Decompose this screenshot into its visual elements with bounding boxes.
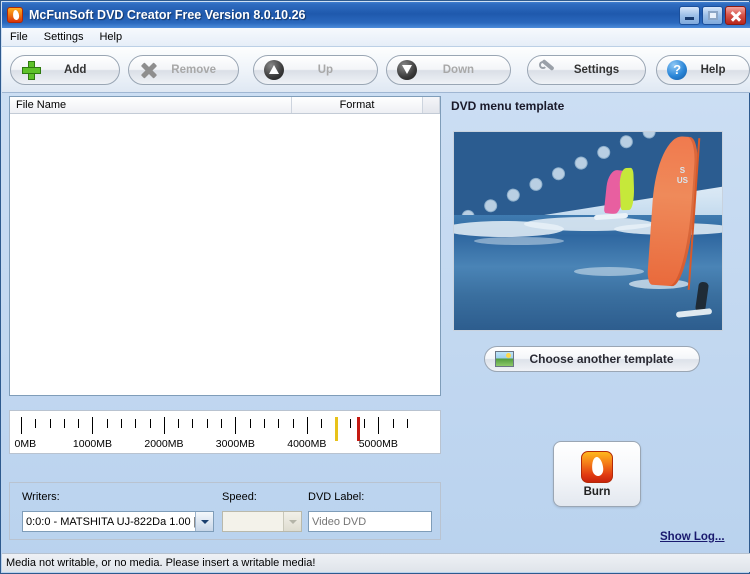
chevron-down-icon-speed[interactable]	[283, 512, 301, 531]
arrow-up-icon	[263, 59, 284, 80]
ruler-minor-tick	[106, 419, 108, 428]
preview-distant-sail-green	[619, 167, 635, 211]
ruler-label: 1000MB	[72, 438, 113, 450]
status-bar: Media not writable, or no media. Please …	[2, 553, 750, 572]
menu-item-settings[interactable]: Settings	[36, 29, 92, 45]
title-bar: McFunSoft DVD Creator Free Version 8.0.1…	[2, 2, 750, 28]
dvd-label-input[interactable]	[308, 511, 432, 532]
ruler-minor-tick	[178, 419, 180, 428]
settings-button[interactable]: Settings	[526, 54, 647, 85]
ruler-minor-tick	[221, 419, 223, 428]
ruler-minor-tick	[49, 419, 51, 428]
speed-select[interactable]	[222, 511, 302, 532]
x-icon	[139, 60, 159, 80]
ruler-minor-tick	[78, 419, 80, 428]
ruler-minor-tick	[321, 419, 323, 428]
chevron-down-icon[interactable]	[195, 512, 213, 531]
ruler-minor-tick	[392, 419, 394, 428]
burner-settings-panel: Writers: Speed: DVD Label: 0:0:0 - MATSH…	[9, 482, 441, 540]
add-button-label: Add	[64, 63, 87, 76]
help-button-label: Help	[700, 63, 726, 76]
ruler-minor-tick	[349, 419, 351, 428]
menu-item-help[interactable]: Help	[91, 29, 130, 45]
ruler-major-tick	[21, 417, 22, 434]
dvd-capacity-marker	[356, 417, 360, 441]
maximize-button[interactable]	[702, 5, 723, 25]
add-button[interactable]: Add	[10, 54, 121, 85]
picture-icon	[495, 351, 514, 367]
file-list-header: File Name Format	[10, 97, 440, 114]
ruler-major-tick	[378, 417, 380, 434]
ruler-label: 2000MB	[144, 438, 184, 450]
choose-another-template-label: Choose another template	[529, 352, 674, 366]
preview-sail-marking: S US	[676, 166, 688, 185]
column-header-format[interactable]: Format	[292, 97, 423, 113]
settings-button-label: Settings	[573, 63, 620, 76]
ruler-major-tick	[235, 417, 237, 434]
ruler-minor-tick	[192, 419, 194, 428]
ruler-minor-tick	[278, 419, 280, 428]
ruler-label: 5000MB	[358, 438, 398, 450]
choose-another-template-button[interactable]: Choose another template	[484, 346, 700, 372]
ruler-label: 0MB	[14, 438, 37, 450]
show-log-link[interactable]: Show Log...	[660, 531, 725, 543]
menu-bar: File Settings Help	[2, 28, 750, 47]
flame-icon	[7, 7, 23, 23]
ruler-minor-tick	[63, 419, 65, 428]
window-title: McFunSoft DVD Creator Free Version 8.0.1…	[29, 8, 306, 22]
ruler-major-tick	[163, 417, 165, 434]
burn-button-label: Burn	[583, 485, 611, 498]
menu-item-file[interactable]: File	[2, 29, 36, 45]
writers-select-value: 0:0:0 - MATSHITA UJ-822Da 1.00 [	[26, 515, 195, 528]
up-button[interactable]: Up	[252, 54, 378, 85]
window-controls	[679, 5, 746, 25]
remove-button-label: Remove	[171, 63, 217, 76]
minimize-button[interactable]	[679, 5, 700, 25]
dvd-label-label: DVD Label:	[308, 491, 365, 503]
writers-select[interactable]: 0:0:0 - MATSHITA UJ-822Da 1.00 [	[22, 511, 214, 532]
question-mark-icon: ?	[667, 59, 688, 80]
burn-button[interactable]: Burn	[553, 441, 641, 507]
ruler-label: 3000MB	[215, 438, 255, 450]
application-window: McFunSoft DVD Creator Free Version 8.0.1…	[0, 0, 750, 574]
plus-icon	[21, 60, 41, 80]
ruler-minor-tick	[121, 419, 123, 428]
capacity-ruler: 0MB 1000MB 2000MB 3000MB 4000MB 5000MB	[9, 410, 441, 454]
column-header-filler	[423, 97, 440, 113]
toolbar: Add Remove Up Down Settings ? Help	[2, 47, 750, 93]
down-button-label: Down	[442, 63, 475, 76]
up-button-label: Up	[317, 63, 334, 76]
ruler-label: 4000MB	[287, 438, 327, 450]
status-message: Media not writable, or no media. Please …	[6, 557, 316, 569]
speed-label: Speed:	[222, 491, 257, 503]
down-button[interactable]: Down	[385, 54, 511, 85]
ruler-major-tick	[306, 417, 308, 434]
arrow-down-icon	[396, 59, 417, 80]
ruler-minor-tick	[35, 419, 37, 428]
help-button[interactable]: ? Help	[656, 54, 750, 85]
ruler-minor-tick	[206, 419, 208, 428]
wrench-icon	[538, 60, 558, 80]
ruler-minor-tick	[249, 419, 251, 428]
resize-grip-icon[interactable]	[733, 556, 747, 570]
dvd-menu-template-title: DVD menu template	[451, 99, 565, 113]
close-button[interactable]	[725, 5, 746, 25]
ruler-minor-tick	[363, 419, 365, 428]
writers-label: Writers:	[22, 491, 60, 503]
ruler-minor-tick	[292, 419, 294, 428]
ruler-minor-tick	[149, 419, 151, 428]
flame-icon-burn	[581, 450, 613, 483]
remove-button[interactable]: Remove	[128, 54, 239, 85]
ruler-major-tick	[92, 417, 94, 434]
cd-capacity-marker	[335, 417, 339, 441]
ruler-minor-tick	[263, 419, 265, 428]
ruler-minor-tick	[406, 419, 408, 428]
file-list[interactable]: File Name Format	[9, 96, 441, 396]
ruler-minor-tick	[135, 419, 137, 428]
template-preview-image[interactable]: S US	[453, 131, 723, 331]
column-header-file-name[interactable]: File Name	[10, 97, 292, 113]
